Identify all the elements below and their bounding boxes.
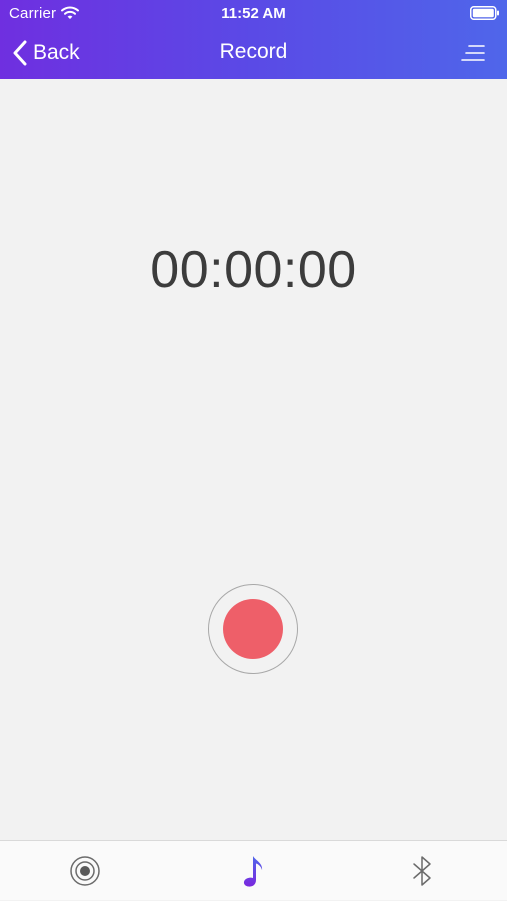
tab-bar [0,840,507,900]
app-header: Carrier 11:52 AM Back Record [0,0,507,79]
tab-target[interactable] [0,841,169,901]
back-button[interactable]: Back [12,38,80,68]
target-icon [69,856,100,886]
record-dot [223,599,283,659]
battery-icon [470,6,499,20]
navigation-bar: Back Record [0,28,507,79]
tab-music[interactable] [169,841,338,901]
menu-lines-icon[interactable] [460,42,486,64]
recording-timer: 00:00:00 [150,241,357,299]
back-label: Back [33,41,80,64]
status-time: 11:52 AM [221,5,286,22]
chevron-left-icon [13,40,27,66]
record-button[interactable] [208,584,298,674]
status-bar: Carrier 11:52 AM [0,0,507,28]
music-note-icon [243,856,262,887]
bluetooth-icon [412,856,431,886]
tab-bluetooth[interactable] [338,841,507,901]
